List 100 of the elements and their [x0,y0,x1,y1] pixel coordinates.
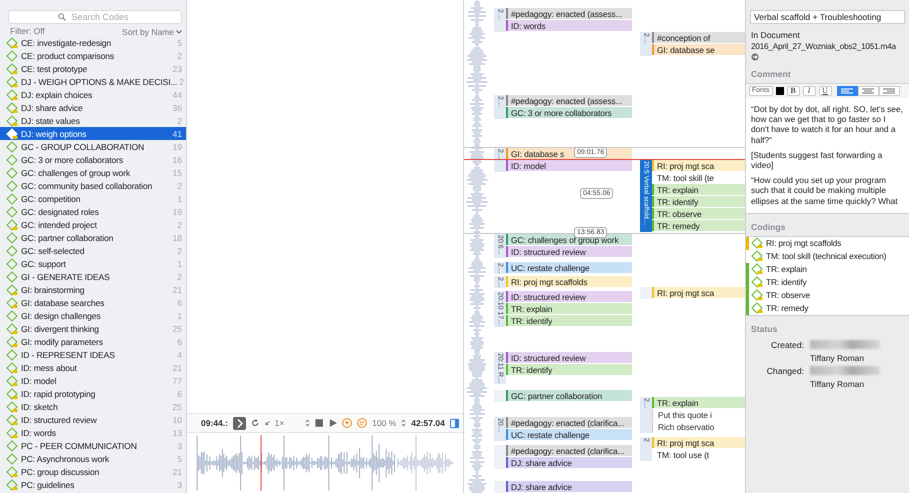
coding-segment[interactable]: #pedagogy: enacted (clarifica... [506,417,632,429]
code-row[interactable]: GC: 3 or more collaborators 16 [0,153,186,166]
coding-segment[interactable]: TR: observe [652,208,745,220]
coding-segment[interactable]: TR: explain [652,184,745,196]
code-row[interactable]: ID: structured review 10 [0,413,186,426]
coding-label[interactable]: TR: explain [766,264,807,274]
code-row[interactable]: GI: divergent thinking 25 [0,322,186,335]
coding-segment[interactable]: UC: restate challenge [506,429,632,441]
coding-segment[interactable]: ID: structured review [506,291,632,303]
align-button[interactable] [858,86,879,96]
coding-segment[interactable]: #pedagogy: enacted (assess... [506,95,632,107]
code-row[interactable]: GC: self-selected 2 [0,244,186,257]
coding-segment[interactable]: ID: structured review [506,352,632,364]
code-name: CE: investigate-redesign [21,38,112,48]
code-row[interactable]: GC: designated roles 19 [0,205,186,218]
play-icon[interactable] [328,418,338,428]
coding-segment[interactable]: TR: explain [652,397,745,409]
playhead-line[interactable] [260,435,262,491]
title-field[interactable]: Verbal scaffold + Troubleshooting [750,10,905,24]
coding-segment[interactable]: GC: 3 or more collaborators [506,107,632,119]
coding-segment[interactable]: TR: remedy [652,220,745,232]
coding-segment[interactable]: RI: proj mgt sca [652,437,745,449]
code-row[interactable]: ID: sketch 25 [0,400,186,413]
code-row[interactable]: CE: investigate-redesign 5 [0,36,186,49]
code-row[interactable]: GC: competition 1 [0,192,186,205]
coding-segment[interactable]: RI: proj mgt scaffolds [506,276,632,288]
coding-segment[interactable]: RI: proj mgt sca [652,160,745,172]
code-row[interactable]: DJ - WEIGH OPTIONS & MAKE DECISI... 2 [0,75,186,88]
coding-segment[interactable]: ID: structured review [506,246,632,258]
code-row[interactable]: GI: design challenges 1 [0,309,186,322]
code-row[interactable]: CE: test prototype 23 [0,62,186,75]
code-row[interactable]: GI: modify parameters 6 [0,335,186,348]
code-row[interactable]: DJ: explain choices 44 [0,88,186,101]
coding-segment[interactable]: #pedagogy: enacted (assess... [506,8,632,20]
volume-value[interactable]: 100 % [372,418,396,428]
coding-label[interactable]: TR: identify [766,277,807,288]
sort-menu[interactable]: Sort by Name [122,26,182,37]
code-row[interactable]: GI - GENERATE IDEAS 2 [0,270,186,283]
code-row[interactable]: ID: model 77 [0,374,186,387]
code-row[interactable]: ID: rapid prototyping 6 [0,387,186,400]
sidebar-toggle-icon[interactable] [450,418,460,428]
document-name[interactable]: 2016_April_27_Wozniak_obs2_1051.m4a [751,42,904,51]
code-name: DJ: weigh options [21,128,88,138]
coding-label[interactable]: TM: tool skill (technical execution) [766,251,886,262]
coding-label[interactable]: TR: observe [766,290,810,300]
align-right-icon [883,88,896,94]
code-row[interactable]: PC: guidelines 3 [0,478,186,491]
search-field[interactable]: Search Codes [8,10,182,24]
coding-segment[interactable]: #pedagogy: enacted (clarifica... [506,445,632,457]
code-row[interactable]: ID: mess about 21 [0,361,186,374]
stepper-icon[interactable] [401,418,406,428]
coding-segment[interactable]: ID: words [506,20,632,32]
code-row[interactable]: PC: group discussion 21 [0,465,186,478]
code-row[interactable]: ID: words 13 [0,426,186,439]
align-button[interactable] [836,86,858,96]
code-row[interactable]: DJ: share advice 36 [0,101,186,114]
step-button[interactable] [232,416,246,430]
align-button[interactable] [878,86,900,96]
coding-segment[interactable]: TR: explain [506,303,632,315]
code-count: 5 [177,38,182,48]
code-row[interactable]: PC: Asynchronous work 5 [0,452,186,465]
coding-label[interactable]: RI: proj mgt scaffolds [766,238,842,248]
code-row[interactable]: GC: support 1 [0,257,186,270]
coding-label[interactable]: TR: remedy [766,303,808,314]
coding-segment[interactable]: GC: partner collaboration [506,390,632,402]
code-row[interactable]: GC: community based collaboration 2 [0,179,186,192]
style-button[interactable]: U [818,86,832,96]
arrow-circle-icon[interactable] [751,53,759,61]
code-name: CE: product comparisons [21,50,116,60]
code-row[interactable]: DJ: state values 2 [0,114,186,127]
style-button[interactable]: I [802,86,816,96]
coding-segment[interactable]: TR: identify [506,364,632,376]
code-row[interactable]: DJ: weigh options 41 [0,127,186,140]
coding-segment[interactable]: GI: database se [652,44,745,56]
coding-segment[interactable]: UC: restate challenge [506,262,632,274]
code-row[interactable]: ID - REPRESENT IDEAS 4 [0,348,186,361]
color-swatch[interactable] [776,87,784,95]
coding-segment[interactable]: RI: proj mgt sca [652,287,745,299]
code-row[interactable]: GI: database searches 6 [0,296,186,309]
coding-segment[interactable]: DJ: share advice [506,457,632,469]
coding-segment[interactable]: ID: model [506,160,632,172]
transcript-icon[interactable] [357,417,368,429]
code-row[interactable]: GC: challenges of group work 15 [0,166,186,179]
coding-segment[interactable]: DJ: share advice [506,481,632,493]
coding-segment[interactable]: GC: challenges of group work [506,234,632,246]
code-row[interactable]: GI: brainstorming 21 [0,283,186,296]
code-row[interactable]: PC - PEER COMMUNICATION 3 [0,439,186,452]
stop-icon[interactable] [315,418,324,428]
coding-segment[interactable]: TR: identify [652,196,745,208]
coding-segment[interactable]: TR: identify [506,315,632,327]
code-row[interactable]: GC - GROUP COLLABORATION 19 [0,140,186,153]
speed-value[interactable]: 1× [274,418,284,428]
filter-label[interactable]: Filter: Off [10,26,45,37]
coding-segment[interactable]: #conception of [652,32,745,44]
loop-icon[interactable] [251,418,260,428]
code-row[interactable]: GC: partner collaboration 18 [0,231,186,244]
style-button[interactable]: B [786,86,800,96]
code-row[interactable]: GC: intended project 2 [0,218,186,231]
stepper-icon[interactable] [305,418,310,428]
code-row[interactable]: CE: product comparisons 2 [0,49,186,62]
